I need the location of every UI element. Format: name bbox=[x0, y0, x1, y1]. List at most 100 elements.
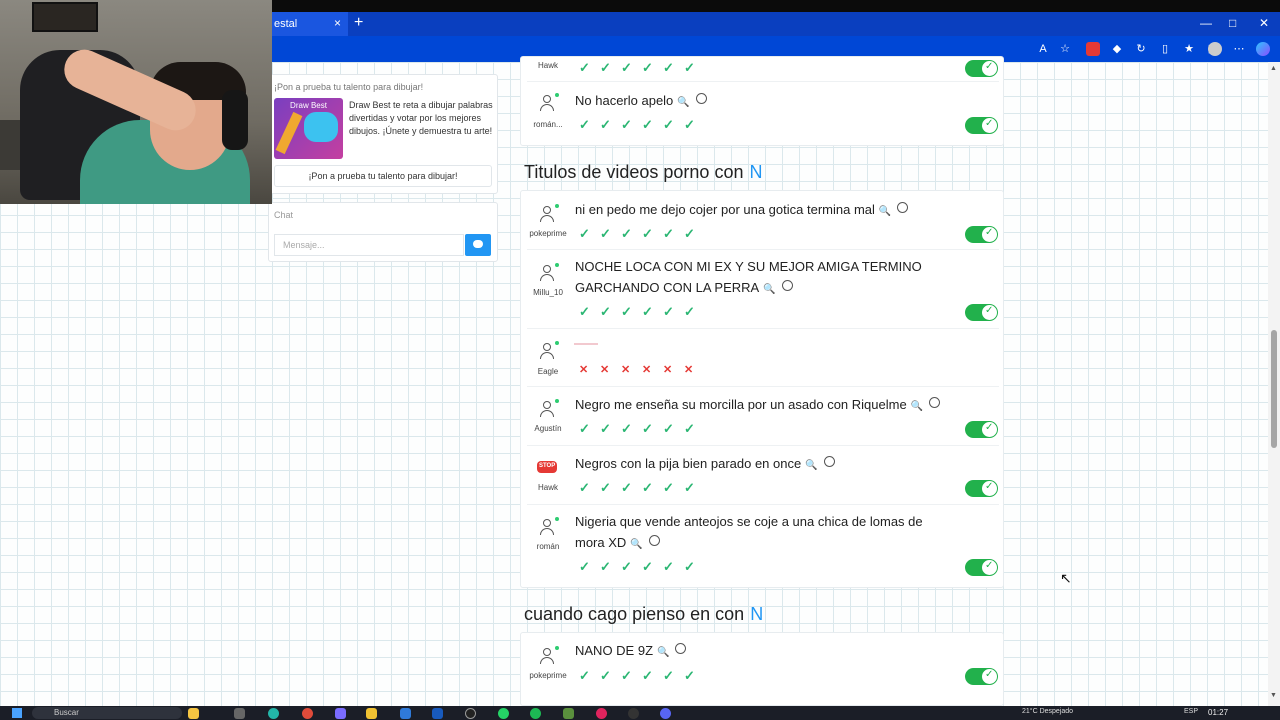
check-icon[interactable]: ✓ bbox=[600, 669, 614, 683]
check-icon[interactable]: ✓ bbox=[684, 61, 698, 75]
valid-toggle[interactable] bbox=[965, 60, 998, 77]
check-icon[interactable]: ✓ bbox=[642, 669, 656, 683]
check-icon[interactable]: ✓ bbox=[579, 118, 593, 132]
promo-thumbnail[interactable]: Draw Best bbox=[274, 98, 343, 159]
scroll-down-icon[interactable]: ▼ bbox=[1270, 692, 1277, 699]
check-icon[interactable]: ✓ bbox=[600, 61, 614, 75]
app-icon[interactable] bbox=[335, 708, 346, 719]
check-icon[interactable]: ✓ bbox=[684, 305, 698, 319]
app-icon[interactable] bbox=[400, 708, 411, 719]
valid-toggle[interactable] bbox=[965, 226, 998, 243]
chat-send-button[interactable] bbox=[465, 234, 491, 256]
cross-icon[interactable]: ✕ bbox=[600, 363, 614, 377]
search-icon[interactable]: 🔍 bbox=[763, 284, 775, 295]
minimize-button[interactable]: — bbox=[1200, 16, 1212, 30]
discord-icon[interactable] bbox=[660, 708, 671, 719]
app-icon[interactable] bbox=[596, 708, 607, 719]
cross-icon[interactable]: ✕ bbox=[684, 363, 698, 377]
edge-icon[interactable] bbox=[268, 708, 279, 719]
valid-toggle[interactable] bbox=[965, 117, 998, 134]
search-icon[interactable]: 🔍 bbox=[879, 206, 891, 217]
new-tab-button[interactable]: + bbox=[354, 14, 363, 32]
check-icon[interactable]: ✓ bbox=[600, 305, 614, 319]
search-icon[interactable]: 🔍 bbox=[630, 539, 642, 550]
check-icon[interactable]: ✓ bbox=[642, 422, 656, 436]
maximize-button[interactable]: □ bbox=[1229, 16, 1236, 30]
check-icon[interactable]: ✓ bbox=[663, 422, 677, 436]
check-icon[interactable]: ✓ bbox=[621, 560, 635, 574]
check-icon[interactable]: ✓ bbox=[642, 118, 656, 132]
check-icon[interactable]: ✓ bbox=[600, 118, 614, 132]
scrollbar-thumb[interactable] bbox=[1271, 330, 1277, 448]
github-icon[interactable] bbox=[465, 708, 476, 719]
check-icon[interactable]: ✓ bbox=[684, 422, 698, 436]
profile-avatar[interactable] bbox=[1208, 42, 1222, 56]
app-icon[interactable] bbox=[188, 708, 199, 719]
check-icon[interactable]: ✓ bbox=[621, 227, 635, 241]
folder-icon[interactable] bbox=[366, 708, 377, 719]
vertical-scrollbar[interactable]: ▲ ▼ bbox=[1268, 62, 1280, 706]
check-icon[interactable]: ✓ bbox=[579, 422, 593, 436]
check-icon[interactable]: ✓ bbox=[663, 560, 677, 574]
check-icon[interactable]: ✓ bbox=[642, 560, 656, 574]
check-icon[interactable]: ✓ bbox=[600, 227, 614, 241]
obs-icon[interactable] bbox=[628, 708, 639, 719]
check-icon[interactable]: ✓ bbox=[621, 481, 635, 495]
cross-icon[interactable]: ✕ bbox=[642, 363, 656, 377]
emoji-icon[interactable] bbox=[929, 397, 941, 408]
check-icon[interactable]: ✓ bbox=[579, 481, 593, 495]
check-icon[interactable]: ✓ bbox=[684, 227, 698, 241]
language-indicator[interactable]: ESP bbox=[1184, 708, 1198, 715]
check-icon[interactable]: ✓ bbox=[621, 118, 635, 132]
check-icon[interactable]: ✓ bbox=[579, 305, 593, 319]
search-icon[interactable]: 🔍 bbox=[805, 460, 817, 471]
browser-tab[interactable]: estal × bbox=[272, 12, 348, 36]
check-icon[interactable]: ✓ bbox=[684, 560, 698, 574]
check-icon[interactable]: ✓ bbox=[600, 481, 614, 495]
emoji-icon[interactable] bbox=[781, 280, 793, 291]
check-icon[interactable]: ✓ bbox=[684, 481, 698, 495]
clock[interactable]: 01:27 bbox=[1208, 708, 1228, 717]
search-icon[interactable]: 🔍 bbox=[657, 647, 669, 658]
valid-toggle[interactable] bbox=[965, 480, 998, 497]
cross-icon[interactable]: ✕ bbox=[579, 363, 593, 377]
check-icon[interactable]: ✓ bbox=[663, 118, 677, 132]
tab-close-icon[interactable]: × bbox=[334, 16, 341, 30]
search-icon[interactable]: 🔍 bbox=[911, 401, 923, 412]
check-icon[interactable]: ✓ bbox=[663, 61, 677, 75]
check-icon[interactable]: ✓ bbox=[621, 61, 635, 75]
favorite-star-icon[interactable]: ☆ bbox=[1058, 42, 1072, 56]
favorites-icon[interactable]: ★ bbox=[1182, 42, 1196, 56]
windows-start-icon[interactable] bbox=[12, 708, 22, 718]
promo-button[interactable]: ¡Pon a prueba tu talento para dibujar! bbox=[274, 165, 492, 187]
check-icon[interactable]: ✓ bbox=[621, 422, 635, 436]
emoji-icon[interactable] bbox=[823, 456, 835, 467]
more-options-icon[interactable]: ⋯ bbox=[1232, 42, 1246, 56]
emoji-icon[interactable] bbox=[695, 93, 707, 104]
task-view-icon[interactable] bbox=[234, 708, 245, 719]
taskbar-search[interactable]: Buscar bbox=[32, 707, 182, 719]
chat-message-input[interactable]: Mensaje... bbox=[274, 234, 464, 256]
check-icon[interactable]: ✓ bbox=[579, 227, 593, 241]
whatsapp-icon[interactable] bbox=[498, 708, 509, 719]
check-icon[interactable]: ✓ bbox=[579, 669, 593, 683]
valid-toggle[interactable] bbox=[965, 668, 998, 685]
check-icon[interactable]: ✓ bbox=[642, 305, 656, 319]
emoji-icon[interactable] bbox=[675, 643, 687, 654]
check-icon[interactable]: ✓ bbox=[663, 669, 677, 683]
extension-icon[interactable] bbox=[1086, 42, 1100, 56]
valid-toggle[interactable] bbox=[965, 304, 998, 321]
split-screen-icon[interactable]: ▯ bbox=[1158, 42, 1172, 56]
check-icon[interactable]: ✓ bbox=[621, 305, 635, 319]
check-icon[interactable]: ✓ bbox=[579, 61, 593, 75]
cross-icon[interactable]: ✕ bbox=[621, 363, 635, 377]
spotify-icon[interactable] bbox=[530, 708, 541, 719]
check-icon[interactable]: ✓ bbox=[600, 422, 614, 436]
emoji-icon[interactable] bbox=[897, 202, 909, 213]
close-window-button[interactable]: ✕ bbox=[1259, 16, 1269, 30]
copilot-icon[interactable] bbox=[1256, 42, 1270, 56]
word-icon[interactable] bbox=[432, 708, 443, 719]
read-aloud-icon[interactable]: A bbox=[1036, 42, 1050, 56]
chrome-icon[interactable] bbox=[302, 708, 313, 719]
check-icon[interactable]: ✓ bbox=[684, 118, 698, 132]
